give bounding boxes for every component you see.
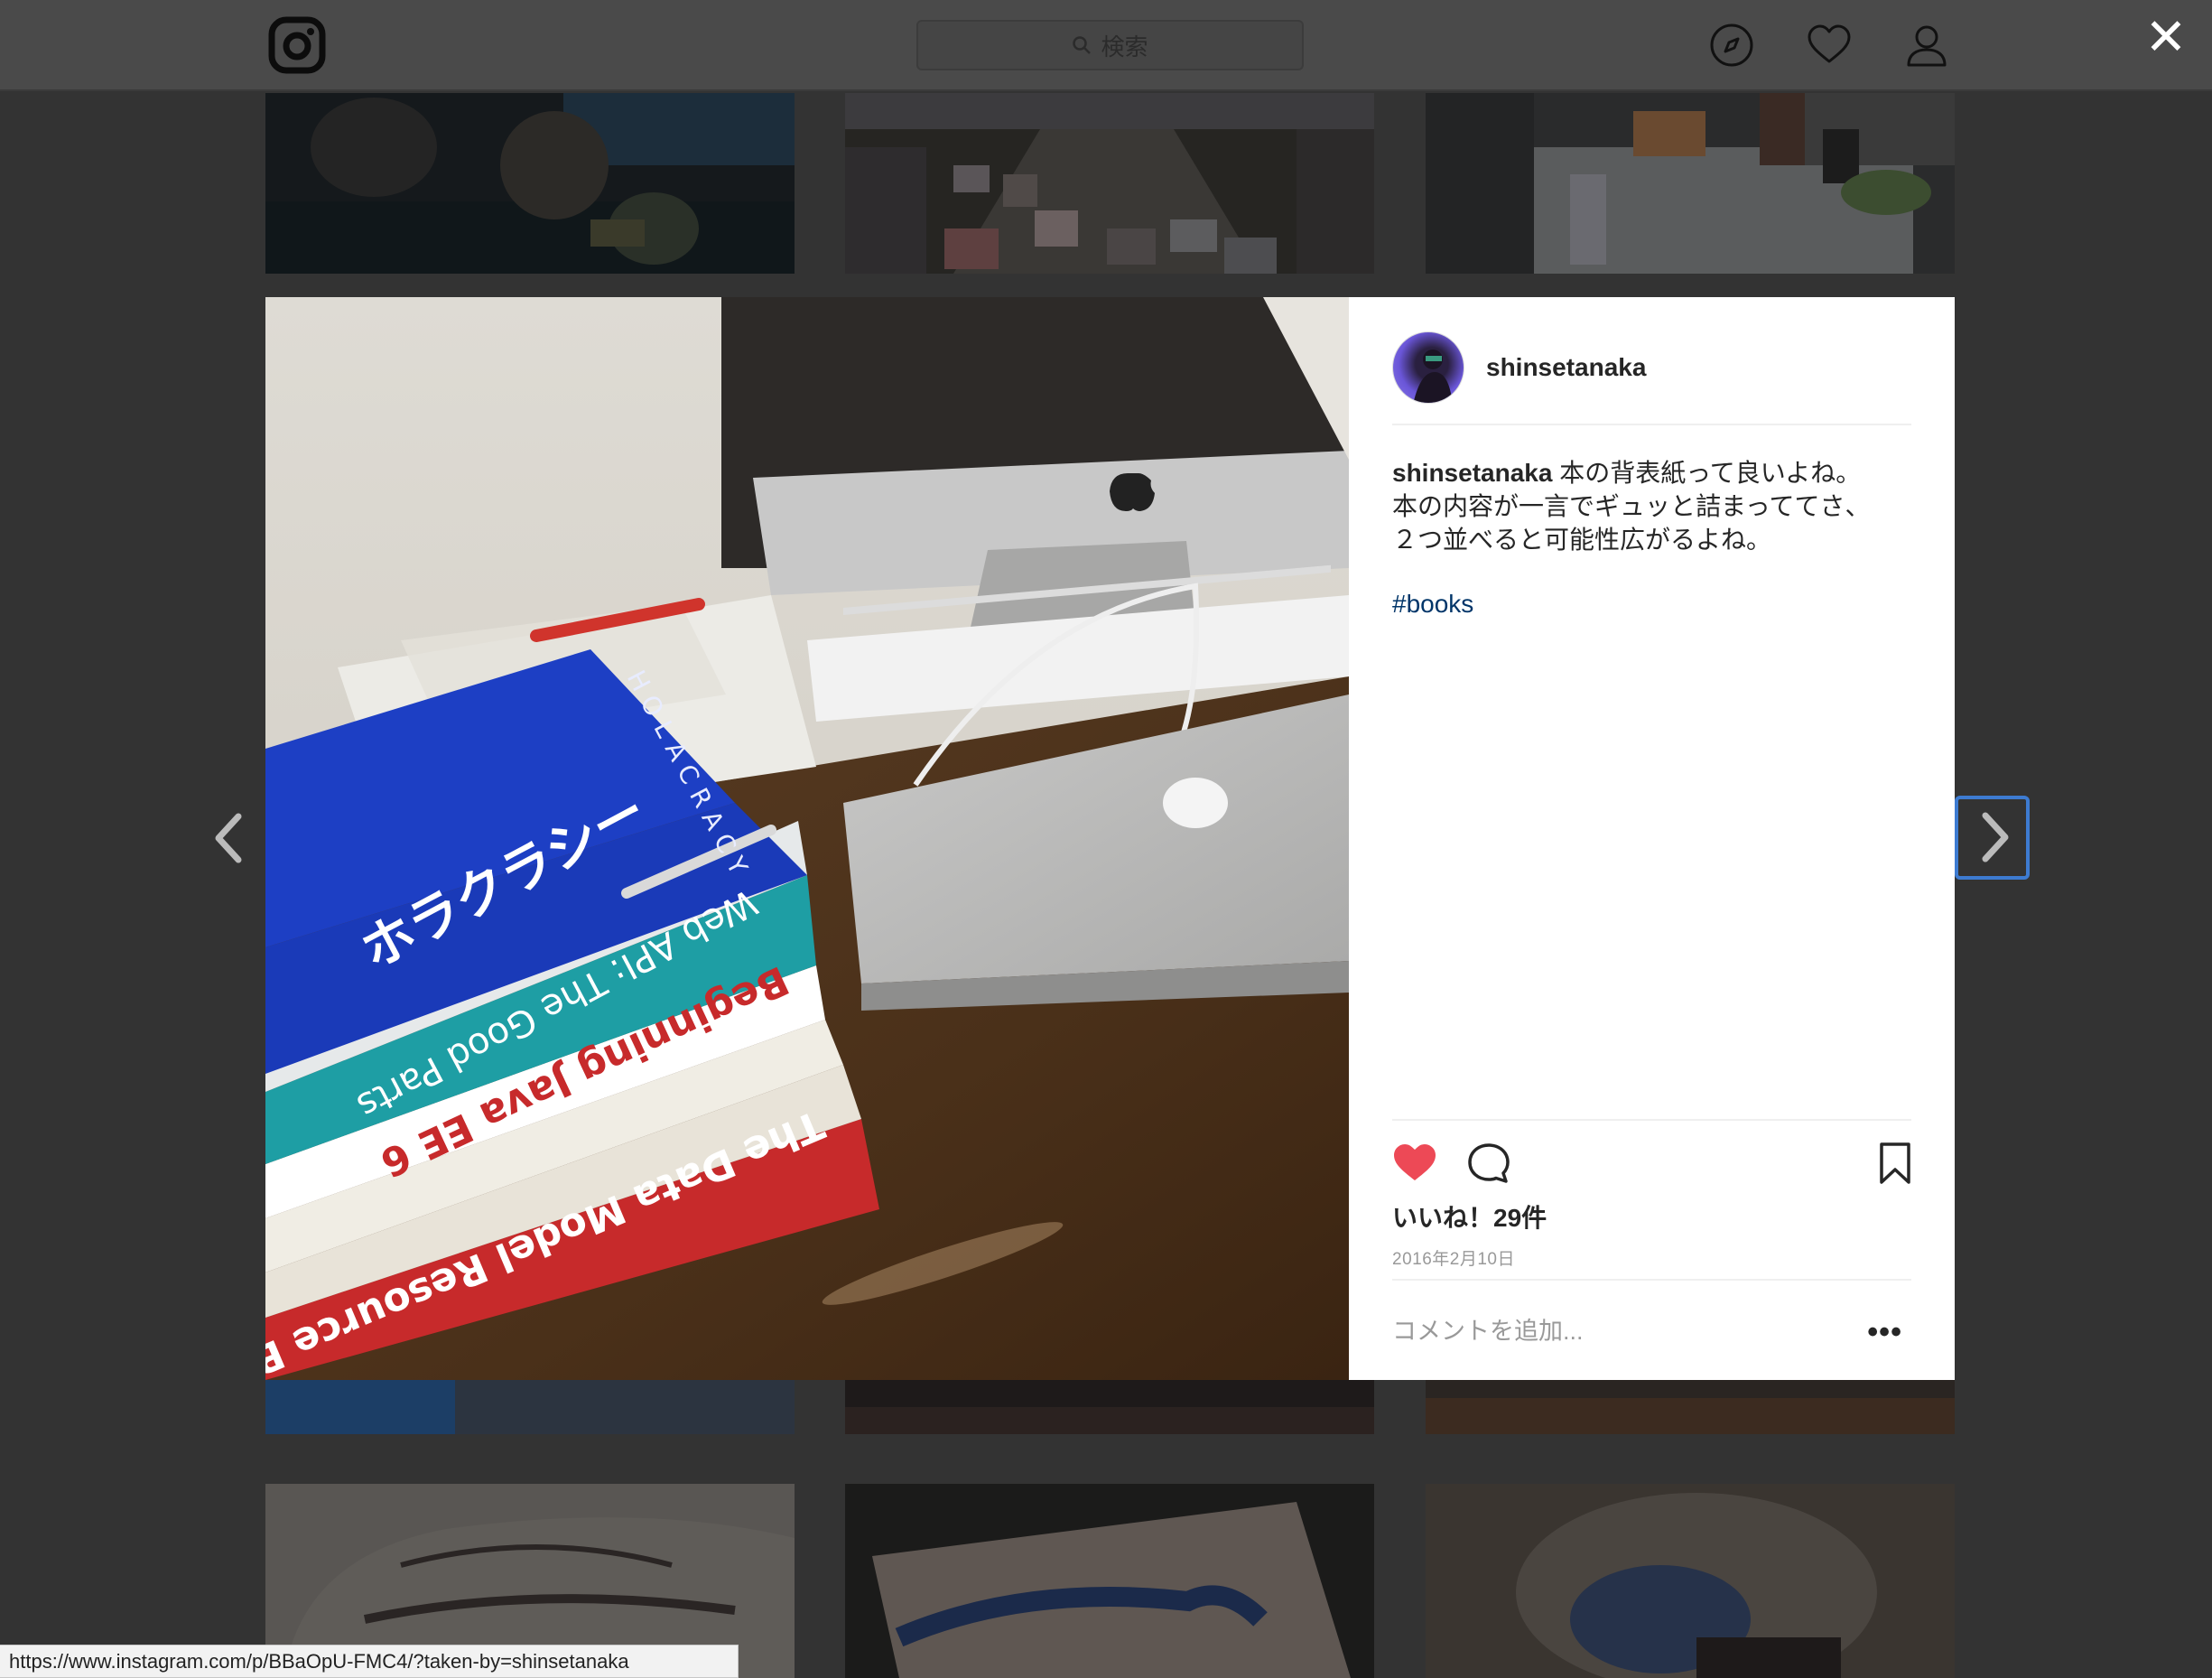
like-heart-icon[interactable]	[1392, 1141, 1437, 1186]
profile-icon[interactable]	[1903, 22, 1950, 69]
grid-thumbnail[interactable]	[845, 93, 1374, 274]
caption-username[interactable]: shinsetanaka	[1392, 459, 1552, 487]
grid-thumbnail[interactable]	[265, 1380, 795, 1434]
grid-thumbnail[interactable]	[1426, 1380, 1955, 1434]
like-count[interactable]: いいね！29件	[1392, 1198, 1547, 1235]
search-box[interactable]: 検索	[916, 20, 1304, 70]
search-placeholder: 検索	[1101, 33, 1148, 61]
comment-input[interactable]	[1392, 1313, 1844, 1349]
post-caption: shinsetanaka 本の背表紙って良いよね。 本の内容が一言でギュッと詰ま…	[1392, 456, 1911, 556]
post-username[interactable]: shinsetanaka	[1486, 353, 1646, 382]
compass-icon[interactable]	[1708, 22, 1755, 69]
heart-icon[interactable]	[1806, 22, 1853, 69]
grid-thumbnail[interactable]	[845, 1380, 1374, 1434]
comment-bubble-icon[interactable]	[1466, 1141, 1511, 1186]
avatar[interactable]	[1392, 331, 1464, 404]
post-actions	[1392, 1119, 1911, 1202]
caption-line-2: 本の内容が一言でギュッと詰まっててさ、	[1392, 492, 1871, 520]
post-date[interactable]: 2016年2月10日	[1392, 1245, 1515, 1270]
post-header: shinsetanaka	[1392, 331, 1911, 425]
instagram-logo-icon[interactable]	[268, 16, 326, 74]
next-post-button[interactable]	[1955, 796, 2030, 880]
previous-post-arrow-icon[interactable]	[206, 809, 253, 867]
caption-line-3: ２つ並べると可能性広がるよね。	[1392, 526, 1772, 554]
post-modal: ホラクラシー HOLACRACY Web API: The Good Parts…	[265, 297, 1955, 1380]
bookmark-icon[interactable]	[1873, 1141, 1918, 1186]
post-photo: ホラクラシー HOLACRACY Web API: The Good Parts…	[265, 297, 1349, 1380]
search-icon	[1073, 36, 1092, 54]
grid-thumbnail[interactable]	[265, 93, 795, 274]
close-modal-icon[interactable]: ✕	[2143, 12, 2189, 62]
top-navigation: 検索	[0, 0, 2212, 91]
caption-line-1: 本の背表紙って良いよね。	[1559, 459, 1862, 487]
post-details-panel: shinsetanaka shinsetanaka 本の背表紙って良いよね。 本…	[1349, 297, 1955, 1380]
link-status-bar: https://www.instagram.com/p/BBaOpU-FMC4/…	[0, 1645, 739, 1678]
grid-thumbnail[interactable]	[845, 1484, 1374, 1678]
more-options-icon[interactable]: •••	[1867, 1315, 1902, 1350]
next-post-arrow-icon	[1982, 812, 2009, 862]
comment-row: •••	[1392, 1279, 1911, 1380]
hashtag-link[interactable]: #books	[1392, 590, 1473, 619]
grid-thumbnail[interactable]	[1426, 93, 1955, 274]
grid-thumbnail[interactable]	[1426, 1484, 1955, 1678]
